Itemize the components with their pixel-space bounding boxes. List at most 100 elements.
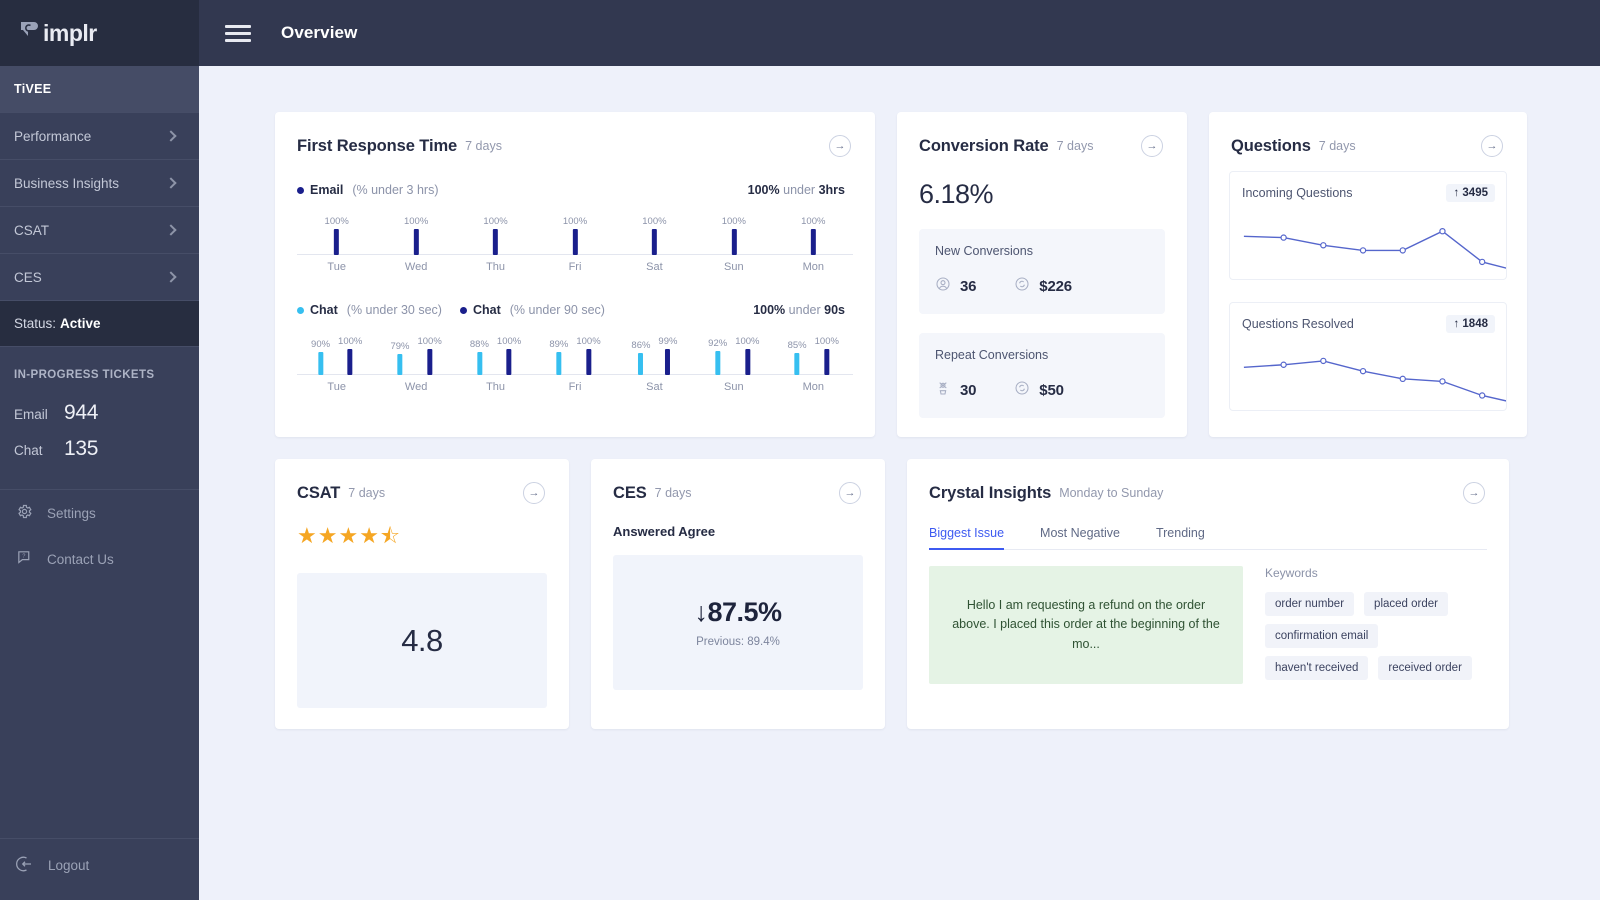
incoming-questions-label: Incoming Questions <box>1242 186 1353 200</box>
keywords-list: order number placed order confirmation ema… <box>1265 592 1487 680</box>
bar-group: 100% <box>563 216 587 255</box>
axis-day-label: Tue <box>327 381 346 393</box>
dashboard-row-2: CSAT 7 days → ★★★★⯪ 4.8 CES 7 days → Ans… <box>275 459 1527 729</box>
trend-down-icon: ↓ <box>694 597 708 627</box>
keyword-chip[interactable]: confirmation email <box>1265 624 1379 648</box>
repeat-user-icon <box>935 380 951 401</box>
arrow-right-icon[interactable]: → <box>1481 135 1503 157</box>
axis-day-label: Thu <box>486 381 506 393</box>
sidebar-item-business-insights[interactable]: Business Insights <box>0 159 199 206</box>
sparkline-point <box>1439 378 1446 385</box>
legend-qualifier: (% under 3 hrs) <box>352 183 439 197</box>
sidebar-item-csat[interactable]: CSAT <box>0 206 199 253</box>
arrow-right-icon[interactable]: → <box>829 135 851 157</box>
questions-resolved-badge: ↑ 1848 <box>1446 315 1495 333</box>
keyword-chip[interactable]: order number <box>1265 592 1355 616</box>
sidebar-item-contact-us[interactable]: ? Contact Us <box>0 536 199 582</box>
sidebar-item-settings[interactable]: Settings <box>0 490 199 536</box>
card-questions: Questions 7 days → Incoming Questions ↑ … <box>1209 112 1527 437</box>
chart-email-bars: 100% Tue 100% Wed 100% Thu 100% Fri 100% Sat 100% S… <box>297 211 853 273</box>
axis-day-label: Mon <box>802 261 824 273</box>
chat-summary: 100% under 90s <box>753 303 845 317</box>
chat-series-header: Chat (% under 30 sec) Chat (% under 90 s… <box>275 303 875 317</box>
svg-text:?: ? <box>22 554 25 560</box>
sidebar-item-performance[interactable]: Performance <box>0 112 199 159</box>
bar-group: 89% 100% <box>549 336 601 375</box>
legend-label: Email <box>310 183 344 197</box>
bar-item: 100% <box>563 216 587 255</box>
refresh-dollar-icon <box>1014 276 1030 297</box>
sidebar-account[interactable]: TiVEE <box>0 66 199 112</box>
insight-tabs: Biggest Issue Most Negative Trending <box>929 526 1487 550</box>
bar-item: 100% <box>735 336 760 375</box>
legend-qualifier: (% under 30 sec) <box>346 303 442 317</box>
bar-item: 100% <box>815 336 839 375</box>
bar-group: 100% <box>722 216 746 255</box>
bar <box>744 349 750 375</box>
star-half-icon: ⯪ <box>379 525 401 548</box>
user-circle-icon <box>935 276 951 297</box>
bar-value-label: 85% <box>787 340 807 351</box>
chevron-right-icon <box>165 130 177 142</box>
keyword-chip[interactable]: received order <box>1378 656 1472 680</box>
gear-icon <box>16 503 33 523</box>
csat-score-panel: 4.8 <box>297 573 547 708</box>
questions-resolved-value: 1848 <box>1462 318 1488 330</box>
ticket-count: 135 <box>64 437 99 460</box>
bar <box>427 349 433 375</box>
logout-button[interactable]: Logout <box>0 839 199 884</box>
axis-day-label: Sat <box>646 381 663 393</box>
arrow-right-icon[interactable]: → <box>1463 482 1485 504</box>
email-summary: 100% under 3hrs <box>748 183 845 197</box>
bar-value-label: 100% <box>483 216 508 227</box>
bar-value-label: 100% <box>814 336 839 347</box>
sparkline-point <box>1478 392 1486 399</box>
tab-most-negative[interactable]: Most Negative <box>1040 526 1120 549</box>
hamburger-icon[interactable] <box>225 21 251 46</box>
bar-group: 86% 99% <box>631 336 677 375</box>
refresh-dollar-icon <box>1014 380 1030 401</box>
logout-section: Logout <box>0 838 199 900</box>
bar-item: 100% <box>338 336 362 375</box>
card-period: 7 days <box>465 139 502 153</box>
axis-day-label: Sun <box>724 381 744 393</box>
legend-dot-icon <box>297 186 304 194</box>
sidebar-item-label: Business Insights <box>14 175 120 191</box>
card-title: Questions <box>1231 136 1311 155</box>
sparkline-point <box>1280 234 1287 241</box>
logout-icon <box>16 855 34 876</box>
tab-trending[interactable]: Trending <box>1156 526 1205 549</box>
arrow-right-icon[interactable]: → <box>1141 135 1163 157</box>
bar-value-label: 100% <box>403 216 429 227</box>
topbar: Overview <box>199 0 1600 66</box>
bar-value-label: 100% <box>324 216 349 227</box>
card-title: Conversion Rate <box>919 136 1049 155</box>
ticket-label: Chat <box>14 443 43 458</box>
email-series-header: Email (% under 3 hrs) 100% under 3hrs <box>275 183 875 197</box>
keyword-chip[interactable]: haven't received <box>1265 656 1369 680</box>
trend-up-icon: ↑ <box>1453 318 1460 330</box>
sidebar-item-label: CES <box>14 269 42 285</box>
arrow-right-icon[interactable]: → <box>523 482 545 504</box>
bar-value-label: 100% <box>721 216 746 227</box>
arrow-right-icon[interactable]: → <box>839 482 861 504</box>
keyword-chip[interactable]: placed order <box>1364 592 1448 616</box>
sidebar-item-ces[interactable]: CES <box>0 253 199 300</box>
axis-day-label: Wed <box>404 381 428 393</box>
email-summary-value: 100% <box>747 183 780 197</box>
logo[interactable]: implr <box>0 0 199 66</box>
card-period: Monday to Sunday <box>1059 486 1164 500</box>
ticket-label: Email <box>14 407 48 422</box>
bar-group: 90% 100% <box>311 336 362 375</box>
tab-biggest-issue[interactable]: Biggest Issue <box>929 526 1005 550</box>
repeat-conversions-stats: 30 $50 <box>935 380 1149 401</box>
main-area: Overview First Response Time 7 days → Em… <box>199 0 1600 900</box>
bar <box>493 229 499 255</box>
bar-item: 100% <box>404 216 428 255</box>
sparkline-point <box>1399 375 1406 383</box>
sidebar-item-label: Settings <box>47 505 96 521</box>
star-filled-icon: ★ <box>359 523 380 548</box>
page-title: Overview <box>281 23 358 42</box>
bar <box>810 229 816 255</box>
repeat-conversions-amount: $50 <box>1014 380 1064 401</box>
